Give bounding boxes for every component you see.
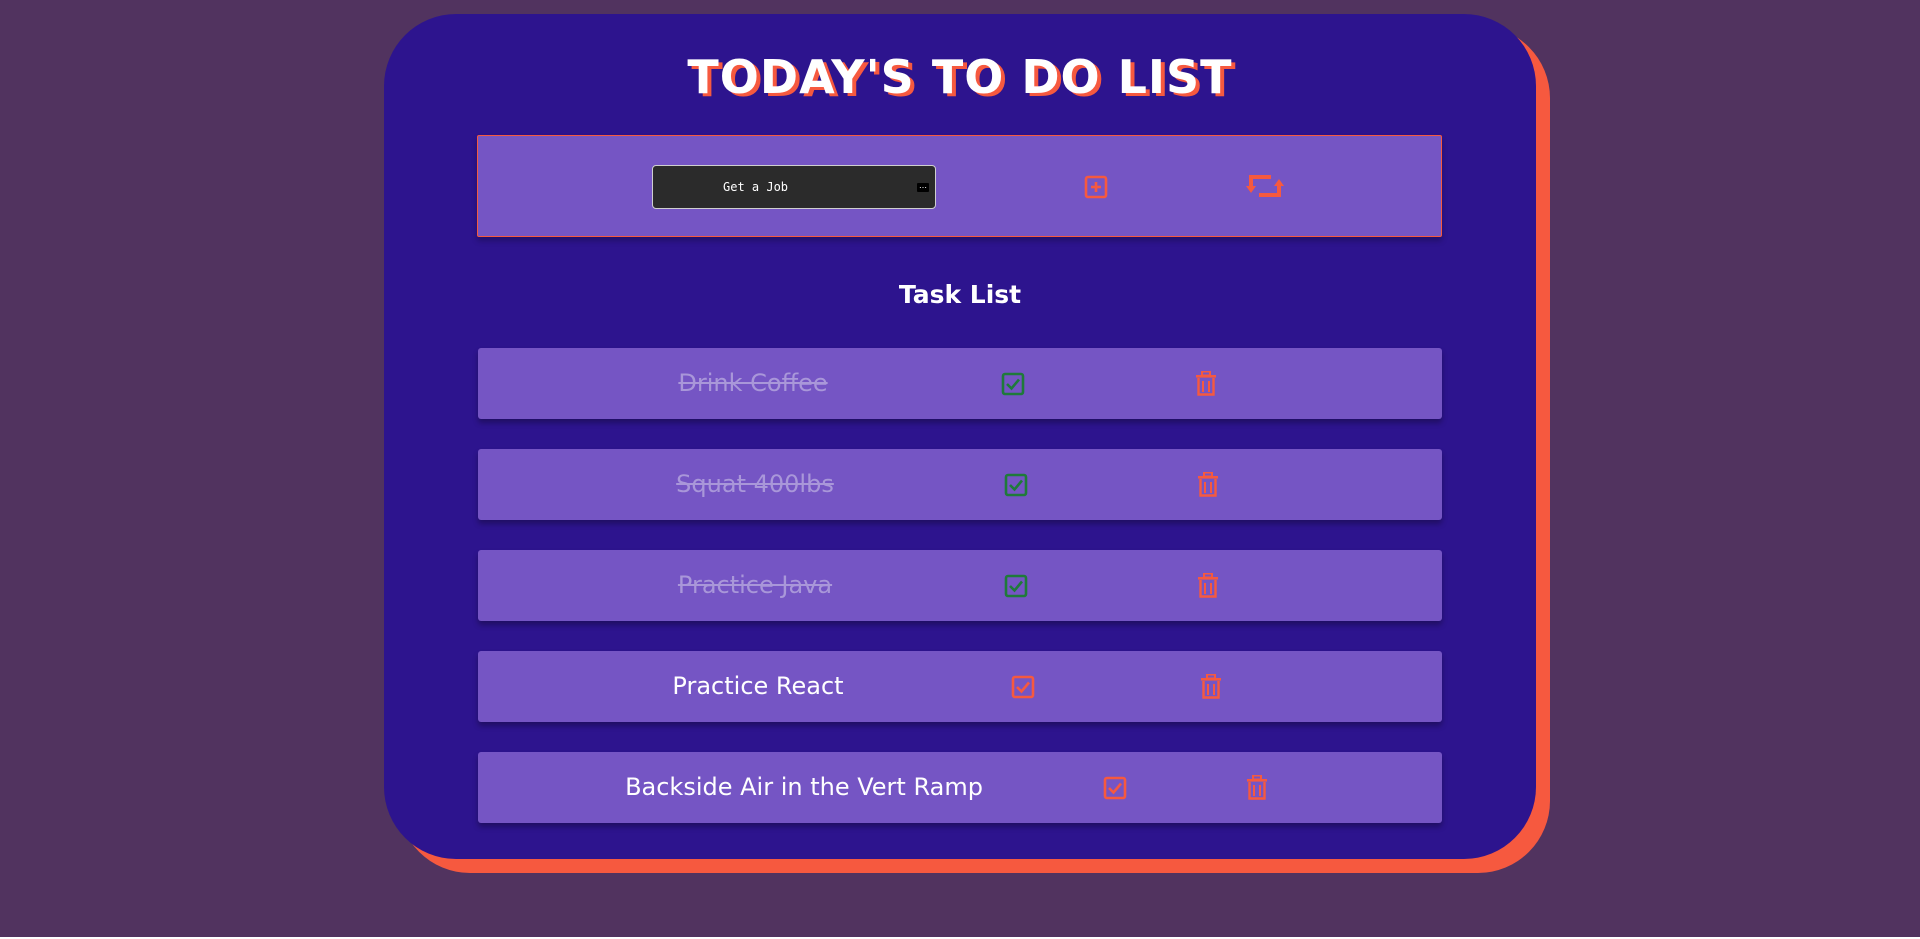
check-square-icon (1011, 675, 1035, 699)
delete-task-button[interactable] (1244, 775, 1270, 801)
check-square-icon (1001, 372, 1025, 396)
complete-task-button[interactable] (1003, 573, 1029, 599)
task-row: Squat 400lbs (478, 449, 1442, 520)
trash-icon (1198, 573, 1218, 598)
trash-icon (1201, 674, 1221, 699)
task-list-heading: Task List (898, 280, 1022, 309)
complete-task-button[interactable] (1003, 472, 1029, 498)
task-input[interactable] (652, 165, 936, 209)
task-row: Drink Coffee (478, 348, 1442, 419)
check-square-icon (1103, 776, 1127, 800)
check-square-icon (1004, 473, 1028, 497)
complete-task-button[interactable] (1010, 674, 1036, 700)
add-task-panel: … (477, 135, 1442, 237)
delete-task-button[interactable] (1195, 472, 1221, 498)
clear-tasks-button[interactable] (1244, 170, 1286, 202)
trash-icon (1247, 775, 1267, 800)
task-text: Squat 400lbs (676, 470, 834, 498)
complete-task-button[interactable] (1000, 371, 1026, 397)
delete-task-button[interactable] (1193, 371, 1219, 397)
complete-task-button[interactable] (1102, 775, 1128, 801)
delete-task-button[interactable] (1195, 573, 1221, 599)
check-square-icon (1004, 574, 1028, 598)
trash-icon (1196, 371, 1216, 396)
task-row: Backside Air in the Vert Ramp (478, 752, 1442, 823)
task-text: Backside Air in the Vert Ramp (625, 773, 983, 801)
delete-task-button[interactable] (1198, 674, 1224, 700)
plus-square-icon (1084, 175, 1108, 199)
task-text: Practice React (672, 672, 844, 700)
task-text: Drink Coffee (678, 369, 828, 397)
todo-card: TODAY'S TO DO LIST … Task Li (384, 14, 1536, 859)
task-row: Practice Java (478, 550, 1442, 621)
trash-icon (1198, 472, 1218, 497)
task-text: Practice Java (677, 571, 833, 599)
page-title: TODAY'S TO DO LIST (687, 50, 1233, 104)
repeat-icon (1246, 175, 1284, 197)
input-options-icon[interactable]: … (917, 182, 929, 192)
task-row: Practice React (478, 651, 1442, 722)
page: TODAY'S TO DO LIST … Task Li (0, 0, 1920, 939)
add-task-button[interactable] (1081, 172, 1111, 202)
